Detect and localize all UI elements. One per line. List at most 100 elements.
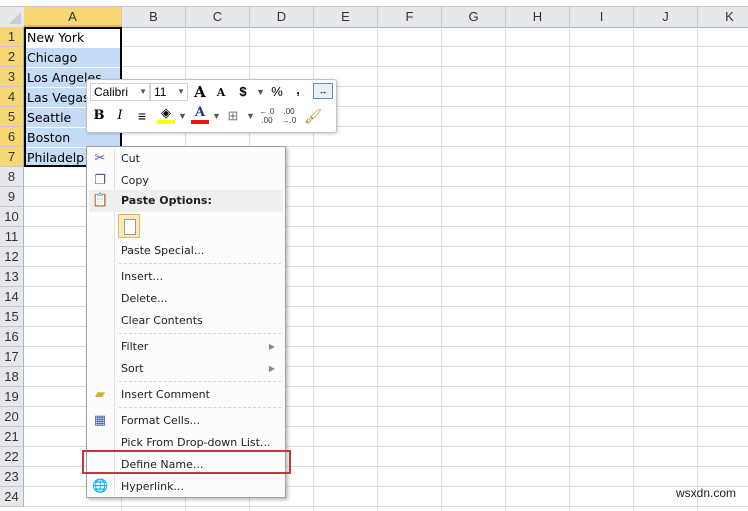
row-header-2[interactable]: 2 [0, 47, 24, 67]
font-size-value: 11 [154, 85, 167, 99]
chevron-down-icon[interactable]: ▼ [246, 107, 255, 125]
column-header-c[interactable]: C [186, 7, 250, 27]
paste-button[interactable] [118, 214, 140, 238]
column-header-h[interactable]: H [506, 7, 570, 27]
paste-icon: 📋 [92, 193, 109, 208]
row-header-17[interactable]: 17 [0, 347, 24, 367]
row-header-21[interactable]: 21 [0, 427, 24, 447]
row-header-1[interactable]: 1 [0, 27, 24, 47]
row-header-23[interactable]: 23 [0, 467, 24, 487]
row-header-8[interactable]: 8 [0, 167, 24, 187]
highlight-box [82, 450, 291, 474]
column-header-d[interactable]: D [250, 7, 314, 27]
font-name-box[interactable]: Calibri ▼ [90, 83, 150, 101]
merge-center-icon[interactable]: ↔ [313, 83, 333, 99]
menu-separator [119, 333, 281, 334]
menu-item-insert[interactable]: Insert... [89, 266, 283, 288]
row-header-16[interactable]: 16 [0, 327, 24, 347]
gridline [441, 27, 442, 511]
font-name-value: Calibri [94, 85, 129, 99]
gridline [505, 27, 506, 511]
menu-item-label: Paste Options: [121, 194, 212, 207]
italic-button[interactable]: I [111, 107, 129, 125]
menu-separator [119, 381, 281, 382]
column-header-i[interactable]: I [570, 7, 634, 27]
row-header-11[interactable]: 11 [0, 227, 24, 247]
menu-item-filter[interactable]: Filter ▶ [89, 336, 283, 358]
menu-item-label: Clear Contents [121, 314, 203, 327]
row-header-18[interactable]: 18 [0, 367, 24, 387]
menu-item-insert-comment[interactable]: ▰ Insert Comment [89, 384, 283, 406]
copy-icon: ❐ [94, 173, 106, 188]
menu-item-cut[interactable]: ✂ Cut [89, 148, 283, 170]
chevron-down-icon[interactable]: ▼ [178, 107, 187, 125]
menu-item-label: Cut [121, 152, 140, 165]
menu-item-hyperlink[interactable]: 🌐 Hyperlink... [89, 476, 283, 498]
row-header-10[interactable]: 10 [0, 207, 24, 227]
comment-icon: ▰ [95, 387, 105, 402]
column-header-b[interactable]: B [122, 7, 186, 27]
column-header-j[interactable]: J [634, 7, 698, 27]
menu-separator [119, 407, 281, 408]
gridline [697, 27, 698, 511]
row-header-19[interactable]: 19 [0, 387, 24, 407]
submenu-arrow-icon: ▶ [268, 342, 275, 351]
column-header-f[interactable]: F [378, 7, 442, 27]
comma-button[interactable]: , [289, 81, 307, 99]
chevron-down-icon[interactable]: ▼ [212, 107, 221, 125]
menu-item-paste-special[interactable]: Paste Special... [89, 240, 283, 262]
borders-icon[interactable]: ⊞ [224, 107, 242, 125]
menu-item-copy[interactable]: ❐ Copy [89, 170, 283, 192]
menu-item-clear-contents[interactable]: Clear Contents [89, 310, 283, 332]
context-menu: ✂ Cut ❐ Copy 📋 Paste Options: Paste Spec… [86, 146, 286, 498]
row-header-4[interactable]: 4 [0, 87, 24, 107]
row-header-24[interactable]: 24 [0, 487, 24, 507]
row-header-13[interactable]: 13 [0, 267, 24, 287]
menu-item-label: Insert Comment [121, 388, 210, 401]
column-header-a[interactable]: A [24, 7, 122, 27]
hyperlink-icon: 🌐 [92, 479, 109, 494]
row-header-20[interactable]: 20 [0, 407, 24, 427]
row-header-5[interactable]: 5 [0, 107, 24, 127]
menu-item-sort[interactable]: Sort ▶ [89, 358, 283, 380]
gridline [377, 27, 378, 511]
menu-item-label: Copy [121, 174, 149, 187]
row-header-15[interactable]: 15 [0, 307, 24, 327]
chevron-down-icon[interactable]: ▼ [177, 84, 185, 100]
row-header-14[interactable]: 14 [0, 287, 24, 307]
row-header-3[interactable]: 3 [0, 67, 24, 87]
row-header-7[interactable]: 7 [0, 147, 24, 167]
font-size-box[interactable]: 11 ▼ [150, 83, 188, 101]
menu-item-delete[interactable]: Delete... [89, 288, 283, 310]
center-align-icon[interactable]: ≡ [133, 107, 151, 125]
row-header-12[interactable]: 12 [0, 247, 24, 267]
grow-font-button[interactable]: A [191, 83, 209, 101]
menu-header-paste-options: 📋 Paste Options: [89, 190, 283, 212]
submenu-arrow-icon: ▶ [268, 364, 275, 373]
menu-item-format-cells[interactable]: ▦ Format Cells... [89, 410, 283, 432]
column-header-e[interactable]: E [314, 7, 378, 27]
mini-toolbar: Calibri ▼ 11 ▼ A A $ ▼ % , ↔ B I ≡ ◈ ▼ A ▼… [86, 79, 337, 133]
row-header-9[interactable]: 9 [0, 187, 24, 207]
increase-decimal-icon[interactable]: ←.0.00 [258, 107, 276, 125]
chevron-down-icon[interactable]: ▼ [139, 84, 147, 100]
column-header-k[interactable]: K [698, 7, 748, 27]
menu-separator [119, 263, 281, 264]
format-painter-icon[interactable]: 🖌 [304, 107, 322, 125]
fill-color-icon[interactable]: ◈ [157, 105, 175, 124]
chevron-down-icon[interactable]: ▼ [256, 83, 265, 101]
bold-button[interactable]: B [90, 107, 108, 125]
menu-item-label: Paste Special... [121, 244, 205, 257]
percent-button[interactable]: % [268, 83, 286, 101]
shrink-font-button[interactable]: A [212, 84, 230, 102]
row-header-6[interactable]: 6 [0, 127, 24, 147]
watermark: wsxdn.com [676, 486, 737, 500]
menu-item-label: Hyperlink... [121, 480, 184, 493]
currency-button[interactable]: $ [234, 83, 252, 101]
row-header-22[interactable]: 22 [0, 447, 24, 467]
decrease-decimal-icon[interactable]: .00 →.0 [280, 107, 298, 125]
select-all-button[interactable] [0, 7, 25, 27]
font-color-icon[interactable]: A [191, 105, 209, 124]
gridline [24, 46, 748, 47]
column-header-g[interactable]: G [442, 7, 506, 27]
